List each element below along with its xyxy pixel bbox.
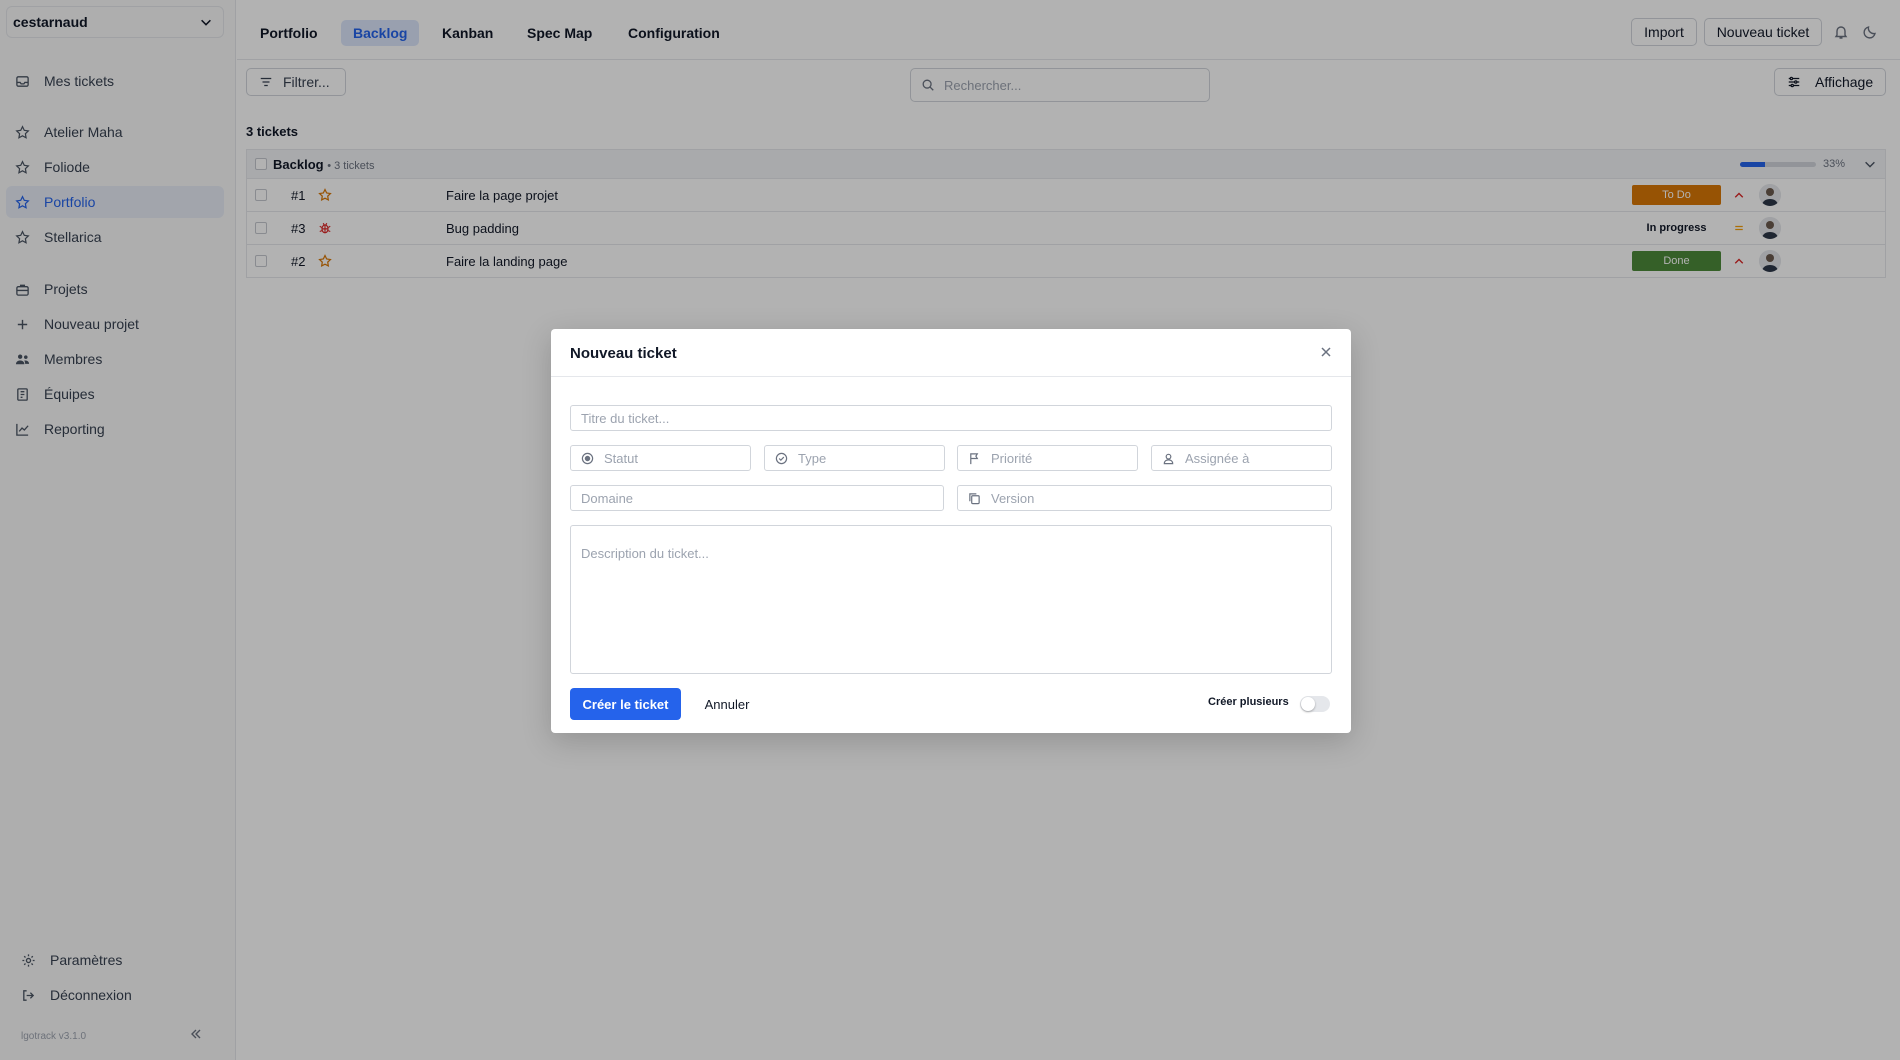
domain-placeholder: Domaine (581, 490, 634, 506)
modal-header: Nouveau ticket (551, 329, 1351, 377)
status-placeholder: Statut (604, 450, 638, 466)
create-multiple-label: Créer plusieurs (1208, 696, 1289, 708)
type-placeholder: Type (798, 450, 827, 466)
status-select[interactable]: Statut (570, 445, 751, 471)
priority-select[interactable]: Priorité (957, 445, 1138, 471)
create-multiple-toggle[interactable] (1300, 696, 1330, 712)
ticket-title-input[interactable]: Titre du ticket... (570, 405, 1332, 431)
create-ticket-button[interactable]: Créer le ticket (570, 688, 681, 720)
flag-icon (970, 452, 979, 464)
version-placeholder: Version (991, 490, 1035, 506)
domain-input[interactable]: Domaine (570, 485, 944, 511)
new-ticket-dialog: Nouveau ticket Titre du ticket... Statut… (551, 329, 1351, 733)
modal-title: Nouveau ticket (570, 345, 677, 362)
radio-circle-icon (581, 452, 594, 464)
assignee-select[interactable]: Assignée à (1151, 445, 1332, 471)
type-select[interactable]: Type (764, 445, 945, 471)
toggle-knob (1301, 697, 1315, 711)
version-select[interactable]: Version (957, 485, 1332, 511)
assignee-placeholder: Assignée à (1185, 450, 1250, 466)
close-icon[interactable] (1320, 346, 1332, 358)
copy-icon (969, 492, 980, 504)
priority-placeholder: Priorité (991, 450, 1033, 466)
description-textarea[interactable]: Description du ticket... (570, 525, 1332, 674)
user-icon (1163, 453, 1174, 464)
cancel-button[interactable]: Annuler (697, 688, 757, 720)
description-placeholder: Description du ticket... (581, 546, 709, 561)
check-circle-icon (775, 452, 788, 464)
ticket-title-placeholder: Titre du ticket... (581, 410, 670, 426)
